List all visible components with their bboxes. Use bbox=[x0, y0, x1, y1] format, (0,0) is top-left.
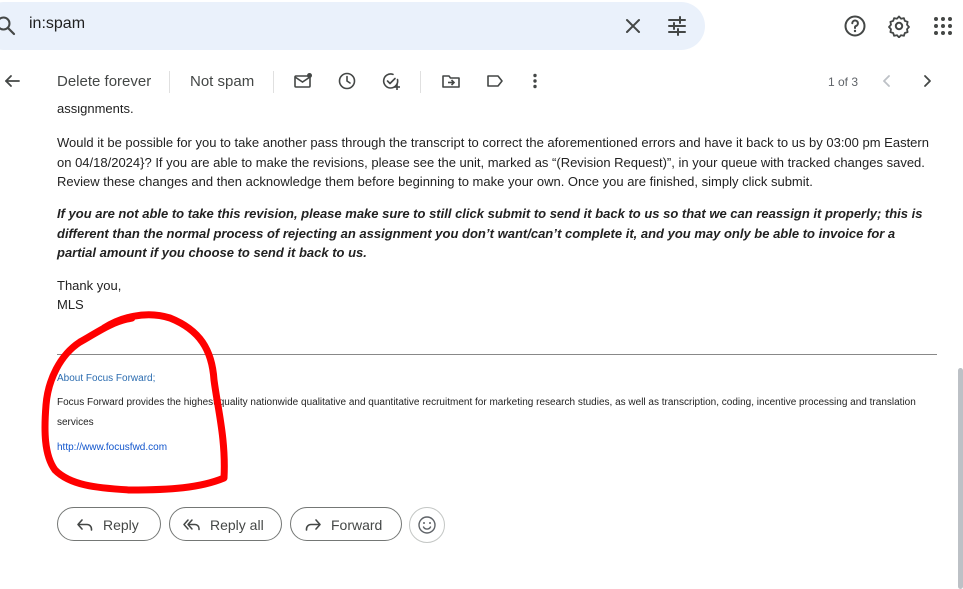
more-options-icon[interactable] bbox=[525, 71, 545, 91]
mark-unread-icon[interactable] bbox=[293, 71, 313, 91]
reply-all-label: Reply all bbox=[210, 517, 264, 533]
closing-text: Thank you, bbox=[57, 278, 122, 293]
forward-arrow-icon bbox=[305, 519, 321, 531]
reply-all-button[interactable]: Reply all bbox=[169, 507, 282, 541]
forward-button[interactable]: Forward bbox=[290, 507, 402, 541]
reply-label: Reply bbox=[103, 517, 139, 533]
not-spam-button[interactable]: Not spam bbox=[190, 73, 254, 90]
footer-description: Focus Forward provides the highest quali… bbox=[57, 397, 916, 428]
emoji-reaction-button[interactable] bbox=[409, 507, 445, 543]
footer-heading: About Focus Forward; bbox=[57, 373, 156, 384]
email-body: assignments. Would it be possible for yo… bbox=[0, 105, 963, 589]
settings-gear-icon[interactable] bbox=[887, 14, 911, 39]
move-to-folder-icon[interactable] bbox=[441, 71, 461, 91]
toolbar-divider bbox=[420, 71, 421, 93]
search-options-icon[interactable] bbox=[665, 14, 689, 38]
reply-arrow-icon bbox=[77, 519, 93, 531]
help-icon[interactable] bbox=[843, 14, 867, 38]
scrollbar-thumb[interactable] bbox=[958, 368, 963, 589]
message-toolbar: Delete forever Not spam 1 of 3 bbox=[0, 60, 963, 104]
search-box[interactable] bbox=[0, 2, 705, 50]
snooze-clock-icon[interactable] bbox=[337, 71, 357, 91]
clear-search-icon[interactable] bbox=[621, 14, 645, 38]
toolbar-divider bbox=[273, 71, 274, 93]
footer-website-link[interactable]: http://www.focusfwd.com bbox=[57, 442, 167, 453]
forward-label: Forward bbox=[331, 517, 383, 533]
add-to-tasks-icon[interactable] bbox=[381, 71, 401, 91]
toolbar-divider bbox=[169, 71, 170, 93]
pagination-count: 1 of 3 bbox=[828, 75, 859, 89]
search-input[interactable]: in:spam bbox=[29, 15, 85, 33]
cut-off-text: assignments. bbox=[57, 105, 134, 116]
label-icon[interactable] bbox=[485, 71, 505, 91]
back-arrow-icon[interactable] bbox=[2, 71, 22, 91]
body-paragraph: Would it be possible for you to take ano… bbox=[57, 135, 929, 189]
footer-divider bbox=[57, 354, 937, 355]
reply-all-arrow-icon bbox=[183, 519, 200, 531]
smiley-face-icon bbox=[418, 516, 436, 534]
delete-forever-button[interactable]: Delete forever bbox=[57, 73, 151, 90]
top-bar: in:spam bbox=[0, 0, 963, 52]
reply-button[interactable]: Reply bbox=[57, 507, 161, 541]
revision-notice-paragraph: If you are not able to take this revisio… bbox=[57, 206, 923, 260]
older-chevron-right-icon[interactable] bbox=[917, 71, 937, 91]
search-icon[interactable] bbox=[0, 14, 18, 38]
signature-text: MLS bbox=[57, 297, 84, 312]
newer-chevron-left-icon[interactable] bbox=[877, 71, 897, 91]
apps-grid-icon[interactable] bbox=[931, 14, 955, 38]
